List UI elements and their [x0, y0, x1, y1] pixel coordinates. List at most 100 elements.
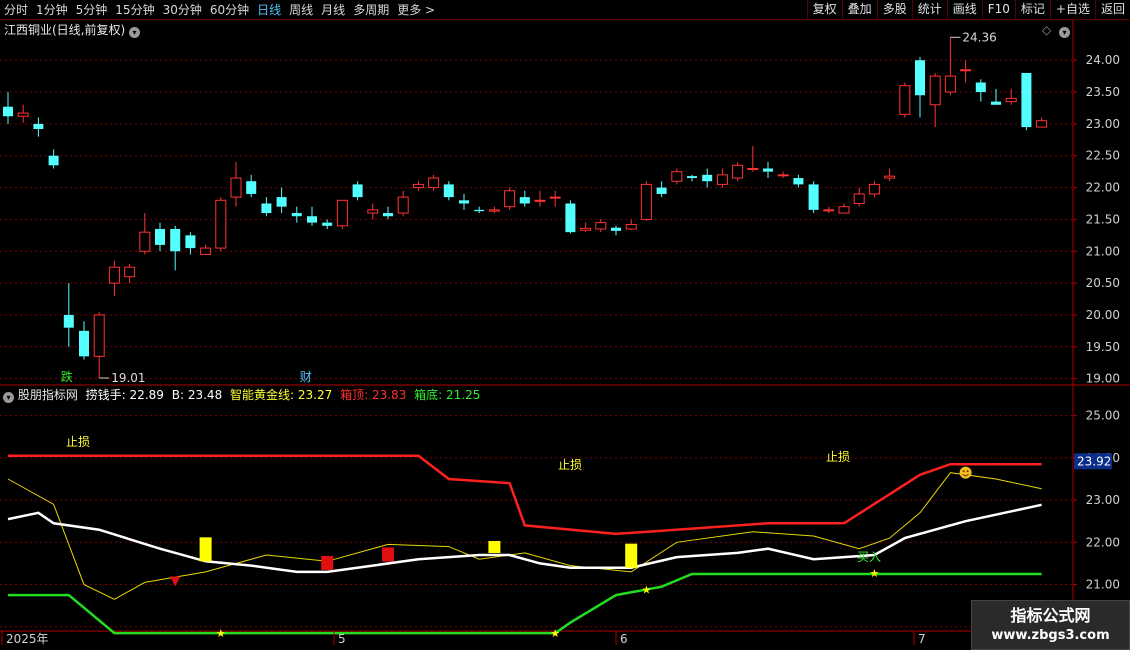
b-label: B:: [171, 388, 185, 402]
kline-chart-canvas[interactable]: ★ ★ ★ ★ 24.00 23.50 23.00 22.50 22.00 21.50 21.00…: [0, 0, 1130, 650]
buy-label: 买入: [857, 550, 881, 564]
main-tick-label: 21.00: [1086, 244, 1120, 258]
main-tick-label: 24.00: [1086, 53, 1120, 67]
time-axis-label: 2025年: [6, 632, 49, 646]
candle-body: [108, 266, 120, 284]
box-bottom-value: 21.25: [446, 388, 481, 402]
candle-body: [443, 184, 454, 198]
gold-value: 23.27: [297, 388, 333, 402]
candle-body: [367, 209, 379, 214]
time-axis-label: 5: [338, 632, 346, 646]
main-tick-label: 23.50: [1086, 85, 1120, 99]
star-icon: ★: [869, 567, 879, 580]
candle-body: [687, 176, 697, 179]
candle-body: [488, 209, 500, 212]
chart-background: [0, 20, 1130, 650]
main-tick-label: 20.00: [1086, 308, 1120, 322]
candle-body: [459, 200, 469, 204]
indicator-name: 股朋指标网: [17, 388, 78, 402]
watermark-title: 指标公式网: [1010, 606, 1091, 625]
low-price-label: 19.01: [111, 371, 145, 385]
gold-label: 智能黄金线:: [230, 388, 295, 402]
candle-body: [808, 184, 819, 210]
time-axis-label: 7: [918, 632, 926, 646]
indicator-title-row: ▾ 股朋指标网 捞钱手: 22.89 B: 23.48 智能黄金线: 23.27…: [3, 387, 480, 403]
time-axis-label: 6: [620, 632, 628, 646]
high-price-label: 24.36: [962, 30, 996, 44]
stoploss-label: 止损: [558, 458, 582, 472]
diamond-icon[interactable]: ◇: [1042, 23, 1051, 37]
smiley-icon: [959, 466, 972, 479]
candle-body: [428, 177, 440, 189]
indicator-tick-label: 22.00: [1086, 535, 1120, 549]
candle: [215, 197, 227, 252]
smiley-eye-left: [962, 470, 965, 473]
candle-body: [63, 314, 74, 328]
candle-body: [291, 213, 302, 217]
candle-body: [261, 203, 272, 214]
candle-body: [3, 106, 13, 117]
candle-body: [504, 190, 516, 208]
candle-body: [519, 197, 530, 204]
box-top-value: 23.83: [371, 388, 407, 402]
main-tick-label: 19.00: [1086, 372, 1120, 386]
buy-signal-bar: [625, 543, 638, 568]
candle-body: [322, 222, 333, 226]
candle-body: [1005, 97, 1017, 103]
candle-body: [155, 228, 165, 245]
candle-body: [33, 123, 44, 129]
candle-body: [884, 175, 896, 179]
stock-title: 江西铜业(日线,前复权): [4, 23, 126, 37]
lao-value: 22.89: [129, 388, 164, 402]
box-top-label: 箱顶:: [340, 388, 369, 402]
candle-body: [170, 228, 181, 252]
candle-body: [1021, 72, 1032, 128]
event-fall-marker: 跌: [61, 369, 73, 384]
candle-body: [276, 197, 287, 207]
candle-body: [747, 167, 759, 170]
chevron-down-icon[interactable]: ▾: [3, 392, 14, 403]
main-tick-label: 23.00: [1086, 117, 1120, 131]
stoploss-label: 止损: [66, 435, 90, 449]
candle-body: [48, 155, 59, 166]
chart-frame: [0, 20, 1130, 650]
candle-body: [534, 199, 546, 202]
candle-body: [656, 187, 667, 194]
candle-body: [625, 224, 637, 230]
candle-body: [185, 235, 196, 249]
candle-body: [124, 266, 136, 278]
candle-body: [17, 112, 29, 117]
candle: [732, 162, 744, 182]
candle-body: [853, 193, 865, 205]
candle-body: [777, 174, 789, 177]
candle-body: [763, 168, 773, 172]
candle-body: [383, 213, 393, 217]
chevron-down-icon[interactable]: ▾: [129, 27, 141, 38]
candle-body: [336, 199, 348, 227]
candle-body: [793, 178, 804, 185]
main-tick-label: 20.50: [1086, 276, 1120, 290]
candle-body: [671, 171, 683, 182]
main-tick-label: 22.00: [1086, 181, 1120, 195]
candle-body: [200, 247, 212, 255]
candle-body: [732, 164, 744, 179]
candle-body: [960, 69, 972, 72]
lao-label: 捞钱手:: [85, 388, 126, 402]
event-finance-marker: 财: [300, 370, 312, 384]
star-icon: ★: [216, 627, 226, 640]
candle-body: [412, 183, 424, 189]
stoploss-label: 止损: [826, 450, 850, 464]
candle-body: [215, 199, 227, 249]
candle-body: [915, 60, 925, 96]
yellow-signal-block: [488, 541, 501, 553]
candle: [336, 199, 348, 229]
candle-body: [702, 174, 713, 182]
candle-body: [79, 330, 89, 357]
indicator-tick-label: 21.00: [1086, 578, 1120, 592]
settings-circle-icon[interactable]: ▾: [1059, 27, 1071, 38]
candle-body: [991, 101, 1001, 105]
window-controls: ◇ ▾: [1042, 22, 1071, 38]
main-tick-label: 19.50: [1086, 340, 1120, 354]
candle-body: [474, 209, 485, 212]
candle-body: [93, 314, 105, 357]
